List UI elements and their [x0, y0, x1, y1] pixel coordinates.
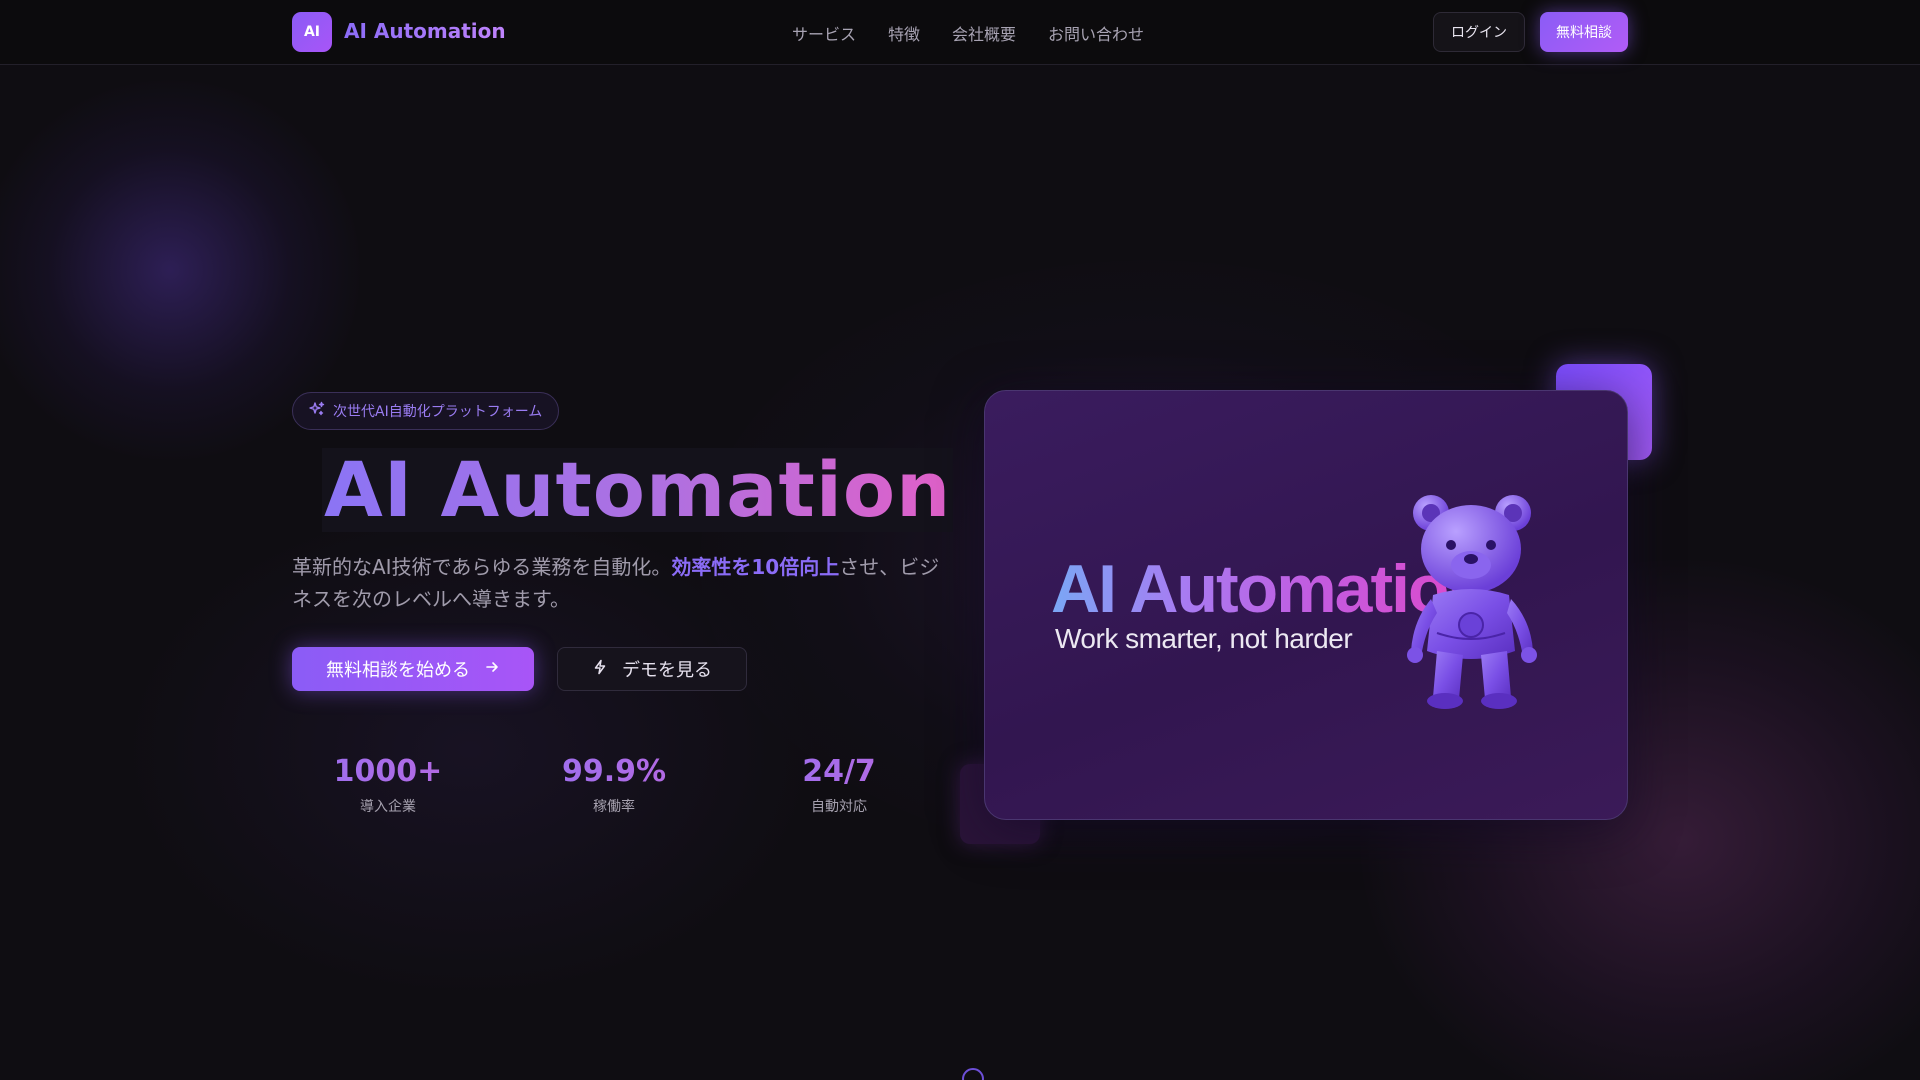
- logo-badge[interactable]: AI: [292, 12, 332, 52]
- nav-item-company[interactable]: 会社概要: [952, 21, 1016, 45]
- hero-description: 革新的なAI技術であらゆる業務を自動化。効率性を10倍向上させ、ビジネスを次のレ…: [292, 551, 942, 615]
- nav-item-features[interactable]: 特徴: [888, 21, 920, 45]
- free-consultation-button[interactable]: 無料相談: [1540, 12, 1628, 52]
- platform-badge-label: 次世代AI自動化プラットフォーム: [333, 404, 543, 420]
- stat-label: 稼働率: [593, 799, 635, 815]
- stat-value: 1000+: [298, 752, 478, 792]
- hero-description-highlight: 効率性を10倍向上: [671, 555, 840, 579]
- login-button[interactable]: ログイン: [1433, 12, 1525, 52]
- start-consultation-label: 無料相談を始める: [326, 660, 470, 681]
- stat-label: 導入企業: [360, 799, 416, 815]
- stat-label: 自動対応: [811, 799, 867, 815]
- arrow-right-icon: [484, 659, 500, 680]
- lightning-icon: [592, 659, 608, 680]
- hero-title-text: AI Automation: [324, 445, 952, 534]
- view-demo-button[interactable]: デモを見る: [557, 647, 747, 691]
- robot-bear-image: [1407, 495, 1537, 709]
- platform-badge: 次世代AI自動化プラットフォーム: [292, 392, 560, 430]
- sparkles-icon: [309, 401, 325, 421]
- stat-support: 24/7 自動対応: [749, 752, 929, 816]
- scroll-indicator[interactable]: [962, 1068, 984, 1080]
- nav-item-contact[interactable]: お問い合わせ: [1048, 21, 1144, 45]
- hero-description-part1: 革新的なAI技術であらゆる業務を自動化。: [292, 555, 672, 579]
- stat-companies: 1000+ 導入企業: [298, 752, 478, 816]
- stat-value: 99.9%: [524, 752, 704, 792]
- main-nav: サービス 特徴 会社概要 お問い合わせ: [792, 21, 1144, 45]
- stat-value: 24/7: [749, 752, 929, 792]
- hero-visual-card: AI Automation Work smarter, not harder: [984, 390, 1628, 820]
- card-subtitle: Work smarter, not harder: [1055, 623, 1353, 654]
- nav-item-services[interactable]: サービス: [792, 21, 856, 45]
- hero-title: AI Automation: [322, 445, 954, 534]
- view-demo-label: デモを見る: [622, 660, 712, 681]
- site-header: AI AI Automation サービス 特徴 会社概要 お問い合わせ ログイ…: [0, 0, 1920, 65]
- start-consultation-button[interactable]: 無料相談を始める: [292, 647, 534, 691]
- stat-uptime: 99.9% 稼働率: [524, 752, 704, 816]
- brand-name[interactable]: AI Automation: [344, 19, 506, 43]
